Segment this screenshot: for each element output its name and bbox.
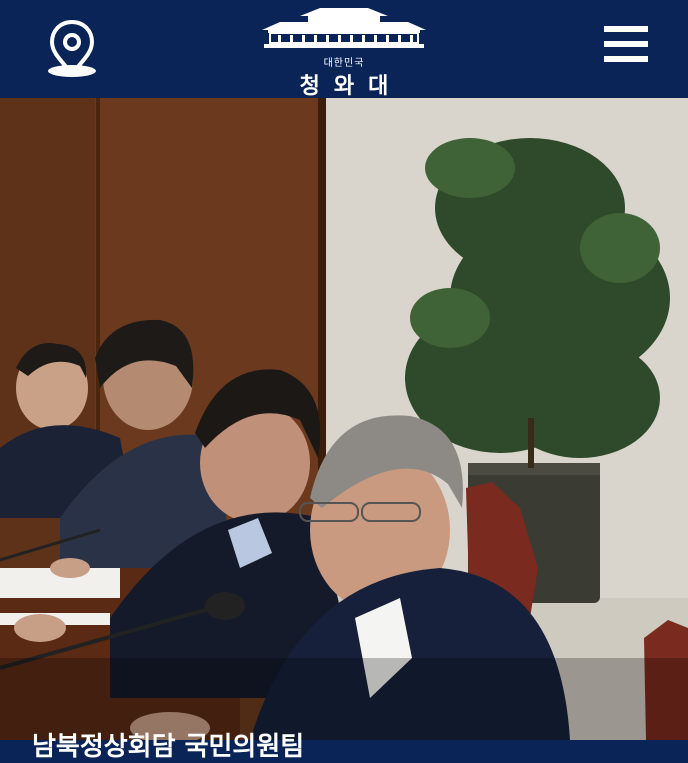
location-pin-icon <box>48 19 96 78</box>
top-header: 대한민국 청와대 <box>0 0 688 99</box>
menu-icon <box>604 26 650 62</box>
logo-subtitle: 대한민국 <box>323 58 365 69</box>
location-button[interactable] <box>44 16 100 82</box>
meeting-photo <box>0 98 688 740</box>
blue-house-emblem <box>262 8 426 48</box>
hero-caption[interactable]: 남북정상회담 국민의원팀 <box>32 726 304 763</box>
hero-photo <box>0 98 688 740</box>
menu-button[interactable] <box>604 26 650 70</box>
logo-title: 청와대 <box>299 74 403 99</box>
site-logo[interactable]: 대한민국 청와대 <box>250 2 438 99</box>
